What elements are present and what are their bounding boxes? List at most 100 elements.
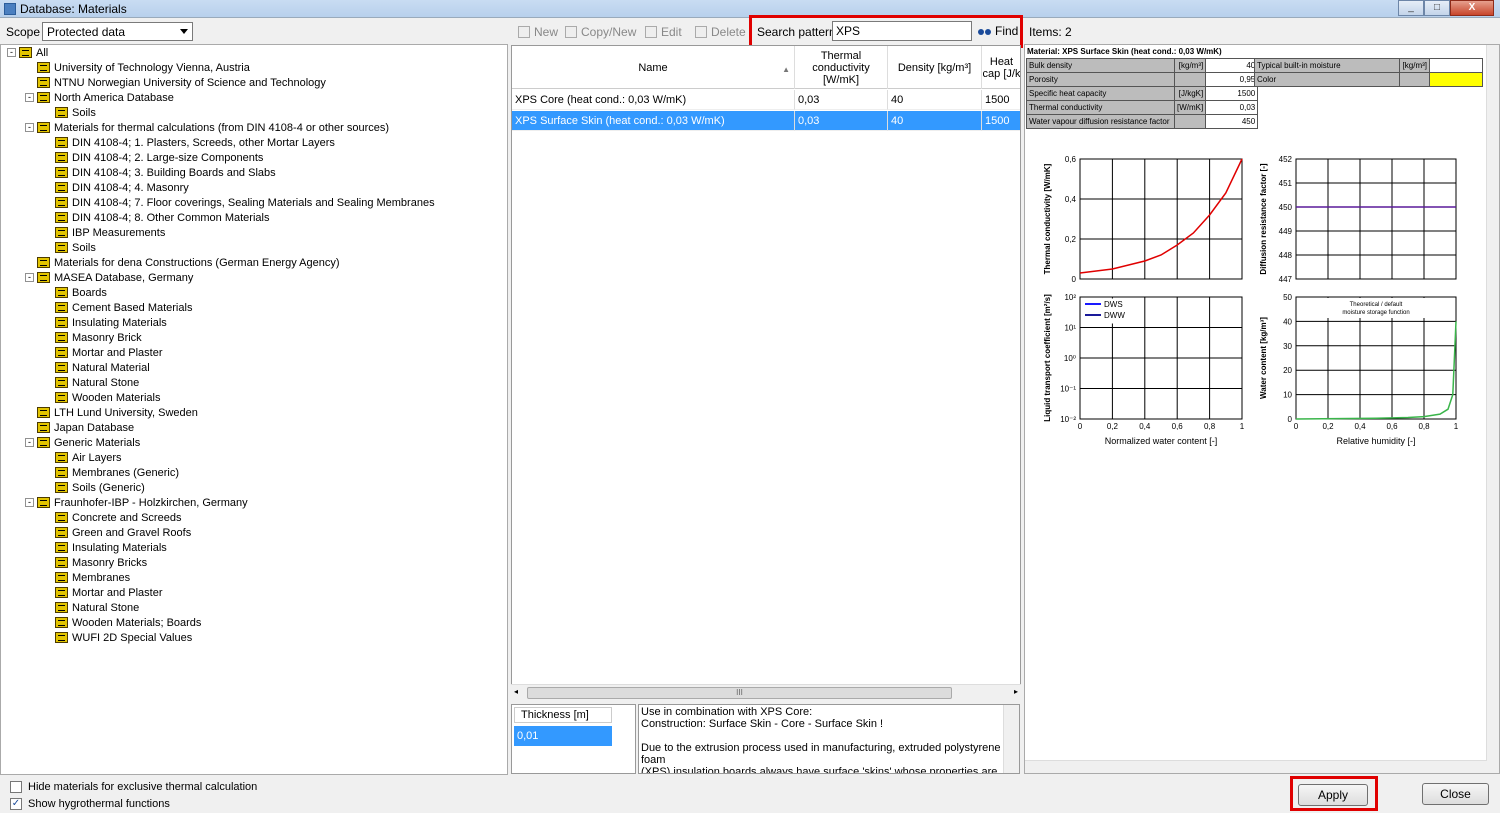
tree-node[interactable]: Cement Based Materials — [55, 300, 192, 315]
tree-node[interactable]: Masonry Brick — [55, 330, 142, 345]
table-row[interactable]: XPS Surface Skin (heat cond.: 0,03 W/mK)… — [512, 111, 1020, 131]
expander-icon[interactable]: - — [25, 438, 34, 447]
close-window-button[interactable]: X — [1450, 0, 1494, 16]
close-button[interactable]: Close — [1422, 783, 1489, 805]
property-value[interactable]: 0,03 — [1205, 100, 1259, 115]
tree-node[interactable]: Masonry Bricks — [55, 555, 147, 570]
property-value[interactable]: 40 — [1205, 58, 1259, 73]
expander-icon[interactable]: - — [7, 48, 16, 57]
tree-node[interactable]: Insulating Materials — [55, 315, 167, 330]
tree-node[interactable]: Green and Gravel Roofs — [55, 525, 191, 540]
tree-node[interactable]: - Fraunhofer-IBP - Holzkirchen, Germany — [25, 495, 248, 510]
notes-scrollbar[interactable] — [1003, 705, 1019, 773]
expander-icon[interactable]: - — [25, 273, 34, 282]
tree-node[interactable]: Concrete and Screeds — [55, 510, 181, 525]
scroll-thumb[interactable]: III — [527, 687, 952, 699]
tree-node[interactable]: - MASEA Database, Germany — [25, 270, 193, 285]
tree-node[interactable]: Japan Database — [37, 420, 134, 435]
tree-node[interactable]: Insulating Materials — [55, 540, 167, 555]
tree-node[interactable]: LTH Lund University, Sweden — [37, 405, 198, 420]
tree-node[interactable]: Wooden Materials; Boards — [55, 615, 201, 630]
search-input[interactable]: XPS — [832, 21, 972, 41]
tree-node[interactable]: Soils — [55, 105, 96, 120]
copy-new-button[interactable]: Copy/New — [565, 24, 636, 40]
tree-node[interactable]: DIN 4108-4; 3. Building Boards and Slabs — [55, 165, 276, 180]
tree-node[interactable]: - Generic Materials — [25, 435, 140, 450]
tree-node[interactable]: - Materials for thermal calculations (fro… — [25, 120, 389, 135]
panel-vertical-scrollbar[interactable] — [1486, 45, 1499, 773]
new-button[interactable]: New — [518, 24, 558, 40]
tree-node[interactable]: Boards — [55, 285, 107, 300]
property-value[interactable]: 450 — [1205, 114, 1259, 129]
tree-node[interactable]: Soils (Generic) — [55, 480, 145, 495]
minimize-button[interactable]: _ — [1398, 0, 1424, 16]
panel-horizontal-scrollbar[interactable] — [1025, 760, 1487, 773]
tree-node[interactable]: - North America Database — [25, 90, 174, 105]
database-folder-icon — [55, 512, 68, 523]
material-notes[interactable]: Use in combination with XPS Core: Constr… — [638, 704, 1020, 774]
copy-new-label: Copy/New — [581, 25, 637, 39]
column-name[interactable]: Name ▲ — [512, 46, 795, 89]
tree-node[interactable]: NTNU Norwegian University of Science and… — [37, 75, 326, 90]
find-button[interactable]: Find — [978, 24, 1018, 38]
tree-node[interactable]: Natural Stone — [55, 600, 139, 615]
expander-icon[interactable]: - — [25, 498, 34, 507]
note-line: Construction: Surface Skin - Core - Surf… — [641, 718, 884, 730]
property-value[interactable] — [1429, 72, 1483, 87]
apply-button[interactable]: Apply — [1298, 784, 1368, 806]
property-value[interactable] — [1429, 58, 1483, 73]
maximize-button[interactable]: □ — [1424, 0, 1450, 16]
scroll-left-icon[interactable]: ◂ — [514, 687, 518, 696]
thickness-value[interactable]: 0,01 — [514, 726, 612, 746]
tree-node-label: University of Technology Vienna, Austria — [54, 61, 250, 74]
column-density-label: Density [kg/m³] — [897, 61, 972, 74]
tree-node[interactable]: Natural Stone — [55, 375, 139, 390]
hide-exclusive-option[interactable]: Hide materials for exclusive thermal cal… — [10, 779, 257, 795]
expander-icon[interactable]: - — [25, 93, 34, 102]
expander-icon[interactable]: - — [25, 123, 34, 132]
tree-node[interactable]: Membranes — [55, 570, 130, 585]
tree-node[interactable]: Materials for dena Constructions (German… — [37, 255, 340, 270]
show-hygro-option[interactable]: ✓ Show hygrothermal functions — [10, 796, 170, 812]
tree-node[interactable]: DIN 4108-4; 8. Other Common Materials — [55, 210, 269, 225]
materials-grid[interactable]: Name ▲ Thermal conductivity [W/mK] Densit… — [511, 45, 1021, 701]
material-tree[interactable]: - All University of Technology Vienna, Aus… — [0, 44, 508, 775]
tree-node[interactable]: Wooden Materials — [55, 390, 160, 405]
tree-node-label: Insulating Materials — [72, 316, 167, 329]
tree-node[interactable]: Natural Material — [55, 360, 150, 375]
tree-node[interactable]: University of Technology Vienna, Austria — [37, 60, 250, 75]
property-value[interactable]: 0,95 — [1205, 72, 1259, 87]
tree-node[interactable]: IBP Measurements — [55, 225, 165, 240]
tree-node[interactable]: DIN 4108-4; 7. Floor coverings, Sealing … — [55, 195, 435, 210]
property-value[interactable]: 1500 — [1205, 86, 1259, 101]
tree-node[interactable]: Air Layers — [55, 450, 122, 465]
x-axis-label: Normalized water content [-] — [1105, 436, 1218, 446]
tree-node[interactable]: Membranes (Generic) — [55, 465, 179, 480]
grid-horizontal-scrollbar[interactable]: ◂ III ▸ — [511, 684, 1021, 701]
tree-node[interactable]: Mortar and Plaster — [55, 345, 162, 360]
tree-node[interactable]: DIN 4108-4; 2. Large-size Components — [55, 150, 263, 165]
tree-node-label: Soils (Generic) — [72, 481, 145, 494]
find-label: Find — [995, 24, 1019, 38]
database-folder-icon — [55, 152, 68, 163]
scroll-right-icon[interactable]: ▸ — [1014, 687, 1018, 696]
column-density[interactable]: Density [kg/m³] — [888, 46, 982, 89]
tree-node[interactable]: Mortar and Plaster — [55, 585, 162, 600]
y-tick-label: 30 — [1283, 342, 1292, 351]
scope-dropdown[interactable]: Protected data — [42, 22, 193, 41]
delete-button[interactable]: Delete — [695, 24, 746, 40]
hide-exclusive-checkbox[interactable] — [10, 781, 22, 793]
tree-node[interactable]: Soils — [55, 240, 96, 255]
tree-node[interactable]: WUFI 2D Special Values — [55, 630, 192, 645]
edit-button[interactable]: Edit — [645, 24, 682, 40]
database-folder-icon — [37, 437, 50, 448]
y-tick-label: 50 — [1283, 293, 1292, 302]
tree-node[interactable]: - All — [7, 45, 48, 60]
column-heat-capacity[interactable]: Heat cap [J/k — [982, 46, 1020, 89]
property-row: Typical built-in moisture [kg/m³] — [1254, 58, 1483, 73]
tree-node[interactable]: DIN 4108-4; 4. Masonry — [55, 180, 189, 195]
table-row[interactable]: XPS Core (heat cond.: 0,03 W/mK) 0,03 40 15… — [512, 90, 1020, 110]
column-conductivity[interactable]: Thermal conductivity [W/mK] — [795, 46, 888, 89]
show-hygro-checkbox[interactable]: ✓ — [10, 798, 22, 810]
tree-node[interactable]: DIN 4108-4; 1. Plasters, Screeds, other … — [55, 135, 335, 150]
